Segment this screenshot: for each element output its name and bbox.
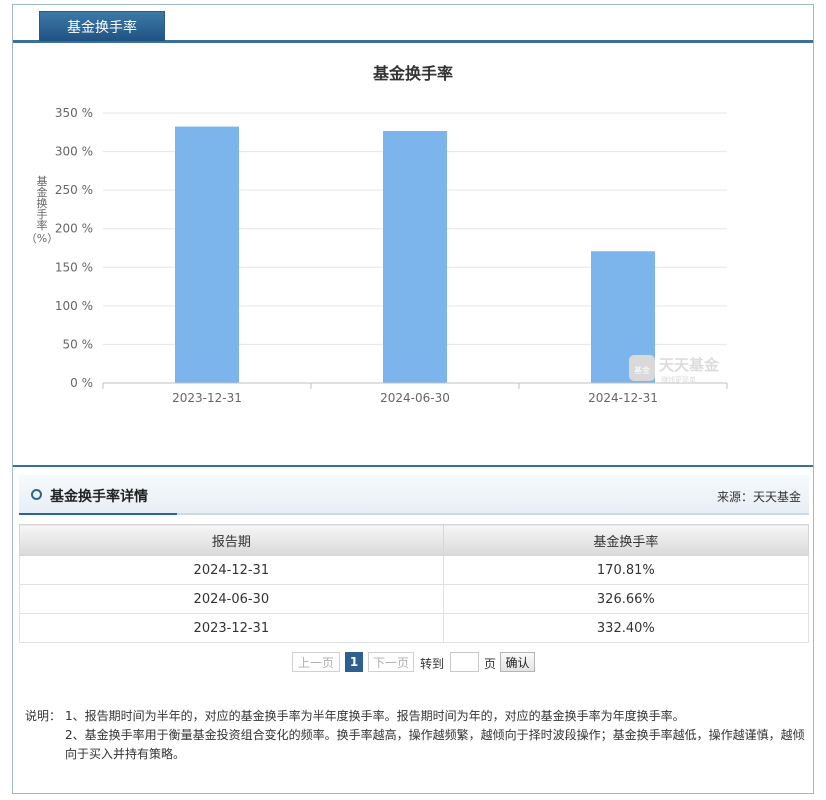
- data-source: 来源：天天基金: [716, 490, 801, 504]
- y-tick-label: 0 %: [70, 376, 93, 390]
- y-tick-label: 300 %: [55, 145, 93, 159]
- detail-header: 基金换手率详情 来源：天天基金: [19, 475, 809, 515]
- cell-period: 2023-12-31: [19, 613, 444, 643]
- turnover-chart: 基金换手率 0 % 50 % 100 % 150 % 200 % 250 % 300 % 35…: [13, 43, 813, 463]
- turnover-bar-chart: 基金换手率 0 % 50 % 100 % 150 % 200 % 250 % 300 % 35…: [26, 64, 728, 405]
- goto-label: 转到: [420, 657, 445, 671]
- cell-turnover: 326.66%: [442, 584, 810, 614]
- watermark-subtext: 赚钱更简单: [661, 375, 696, 384]
- column-header-period: 报告期: [19, 524, 444, 556]
- watermark-text: 天天基金: [659, 356, 720, 374]
- tab-fund-turnover[interactable]: 基金换手率: [39, 11, 165, 41]
- notes-label: 说明：: [25, 709, 62, 723]
- y-tick-label: 100 %: [55, 299, 93, 313]
- cell-period: 2024-12-31: [19, 555, 444, 585]
- cell-period: 2024-06-30: [19, 584, 444, 614]
- cell-turnover: 332.40%: [442, 613, 810, 643]
- next-page-button[interactable]: 下一页: [368, 652, 414, 672]
- x-tick-label: 2024-06-30: [380, 391, 450, 405]
- table-row: 2023-12-31 332.40%: [19, 613, 810, 643]
- y-tick-label: 50 %: [63, 337, 94, 351]
- circle-bullet-icon: [31, 489, 42, 500]
- tab-bar: 基金换手率: [13, 5, 813, 43]
- section-divider: [13, 465, 813, 467]
- y-tick-label: 350 %: [55, 106, 93, 120]
- y-axis-title-char: 率: [37, 218, 48, 232]
- confirm-button[interactable]: 确认: [500, 652, 535, 672]
- watermark-badge-text: 基金: [634, 365, 650, 375]
- chart-title: 基金换手率: [372, 64, 453, 83]
- y-tick-label: 250 %: [55, 183, 93, 197]
- bar: [383, 131, 447, 383]
- page-number-input[interactable]: [450, 652, 479, 672]
- watermark-logo: 基金 天天基金赚钱更简单: [629, 355, 720, 384]
- pagination: 上一页 1 下一页 转到 页 确认: [13, 652, 813, 674]
- detail-title: 基金换手率详情: [50, 489, 148, 505]
- notes: 说明： 1、报告期时间为半年的，对应的基金换手率为半年度换手率。报告期时间为年的…: [25, 707, 805, 764]
- x-tick-label: 2024-12-31: [588, 391, 658, 405]
- current-page-button[interactable]: 1: [345, 652, 363, 672]
- note-item-1: 1、报告期时间为半年的，对应的基金换手率为半年度换手率。报告期时间为年的，对应的…: [65, 709, 685, 723]
- detail-title-underline: [19, 513, 177, 515]
- page-unit-label: 页: [484, 657, 497, 671]
- x-tick-label: 2023-12-31: [172, 391, 242, 405]
- turnover-table: 报告期 基金换手率 2024-12-31 170.81% 2024-06-30 …: [19, 524, 810, 643]
- note-item-2: 2、基金换手率用于衡量基金投资组合变化的频率。换手率越高，操作越频繁，越倾向于择…: [65, 728, 805, 761]
- y-tick-label: 200 %: [55, 222, 93, 236]
- fund-turnover-panel: 基金换手率 基金换手率 0 % 50 % 100 % 150 % 200 % 250 % 3…: [12, 4, 814, 794]
- prev-page-button[interactable]: 上一页: [292, 652, 340, 672]
- table-header-row: 报告期 基金换手率: [19, 524, 810, 556]
- y-axis-title-unit: （%）: [26, 232, 58, 245]
- y-tick-label: 150 %: [55, 260, 93, 274]
- cell-turnover: 170.81%: [442, 555, 810, 585]
- table-row: 2024-06-30 326.66%: [19, 584, 810, 614]
- table-row: 2024-12-31 170.81%: [19, 555, 810, 585]
- bar: [175, 126, 239, 383]
- column-header-turnover: 基金换手率: [442, 524, 810, 556]
